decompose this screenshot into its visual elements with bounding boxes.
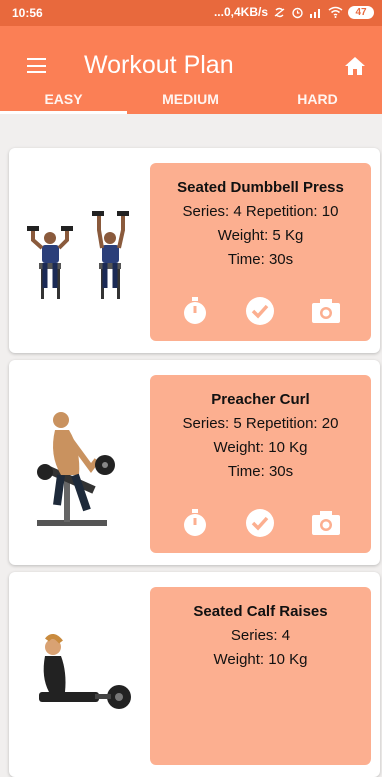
- alarm-icon: [292, 7, 303, 18]
- exercise-series: Series: 4: [230, 627, 291, 644]
- sync-off-icon: [274, 7, 285, 17]
- wifi-icon: [328, 6, 343, 18]
- exercise-photo: [39, 634, 131, 709]
- stopwatch-icon[interactable]: [179, 507, 211, 539]
- exercise-series: Series: 5 Repetition: 20: [182, 415, 339, 432]
- exercise-photo: [27, 211, 129, 299]
- status-time: 10:56: [12, 6, 43, 20]
- exercise-card[interactable]: Seated Dumbbell Press Series: 4 Repetiti…: [9, 148, 380, 353]
- exercise-info: Preacher Curl Series: 5 Repetition: 20 W…: [150, 375, 371, 553]
- exercise-photo: [37, 412, 115, 526]
- exercise-info: Seated Dumbbell Press Series: 4 Repetiti…: [150, 163, 371, 341]
- tab-hard[interactable]: HARD: [254, 82, 381, 114]
- menu-icon[interactable]: [27, 58, 46, 73]
- exercise-info: Seated Calf Raises Series: 4 Weight: 10 …: [150, 587, 371, 765]
- exercise-card[interactable]: Seated Calf Raises Series: 4 Weight: 10 …: [9, 572, 380, 777]
- exercise-actions: [150, 507, 371, 539]
- exercise-weight: Weight: 5 Kg: [217, 227, 304, 244]
- exercise-time: Time: 30s: [227, 251, 294, 268]
- check-circle-icon[interactable]: [244, 295, 276, 327]
- camera-icon[interactable]: [310, 295, 342, 327]
- network-speed: ...0,4KB/s: [213, 5, 268, 19]
- exercise-actions: [150, 295, 371, 327]
- battery-icon: 47: [348, 5, 374, 19]
- signal-icon: [310, 9, 320, 18]
- home-icon[interactable]: [344, 56, 366, 76]
- exercise-time: Time: 30s: [227, 463, 294, 480]
- tab-medium[interactable]: MEDIUM: [127, 82, 254, 114]
- exercise-series: Series: 4 Repetition: 10: [182, 203, 339, 220]
- exercise-name: Preacher Curl: [211, 391, 310, 408]
- status-bar: 10:56 ...0,4KB/s 47: [0, 0, 382, 26]
- status-indicators: ...0,4KB/s 47: [214, 5, 374, 19]
- stopwatch-icon[interactable]: [179, 295, 211, 327]
- exercise-name: Seated Calf Raises: [193, 603, 328, 620]
- difficulty-tabs: EASY MEDIUM HARD: [0, 82, 382, 114]
- exercise-weight: Weight: 10 Kg: [213, 651, 308, 668]
- check-circle-icon[interactable]: [244, 507, 276, 539]
- app-bar: Workout Plan EASY MEDIUM HARD: [0, 26, 382, 114]
- tab-easy[interactable]: EASY: [0, 82, 127, 114]
- page-title: Workout Plan: [84, 51, 234, 79]
- exercise-weight: Weight: 10 Kg: [213, 439, 308, 456]
- exercise-name: Seated Dumbbell Press: [177, 179, 344, 196]
- camera-icon[interactable]: [310, 507, 342, 539]
- exercise-card[interactable]: Preacher Curl Series: 5 Repetition: 20 W…: [9, 360, 380, 565]
